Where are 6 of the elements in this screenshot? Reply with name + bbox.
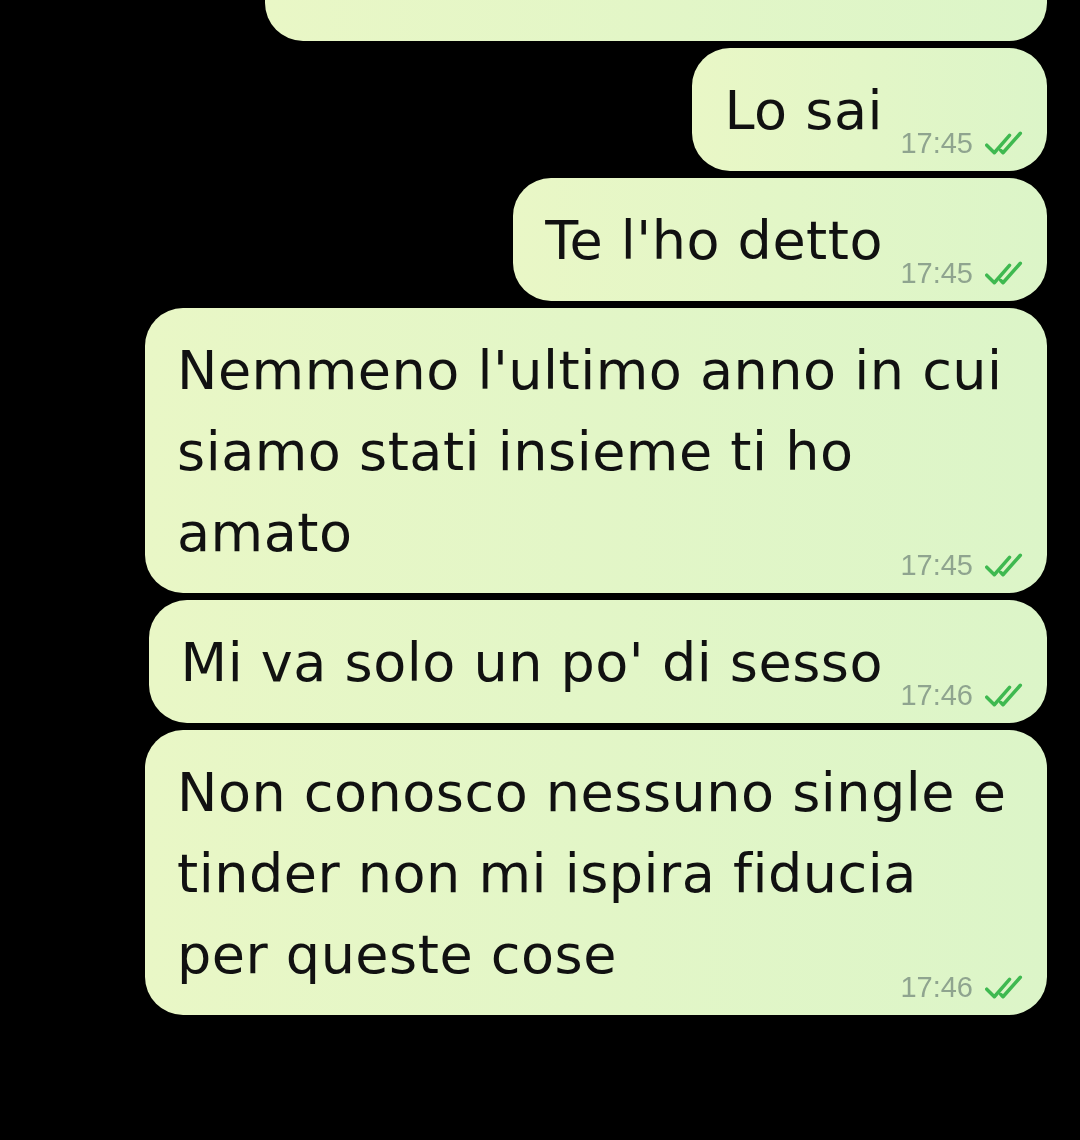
message-time: 17:46: [900, 678, 973, 713]
message-text: Te l'ho detto: [545, 209, 883, 272]
message-text: Mi va solo un po' di sesso: [180, 631, 883, 694]
message-time: 17:45: [900, 256, 973, 291]
message-text: Lo sai: [724, 79, 883, 142]
message-time: 17:45: [900, 126, 973, 161]
